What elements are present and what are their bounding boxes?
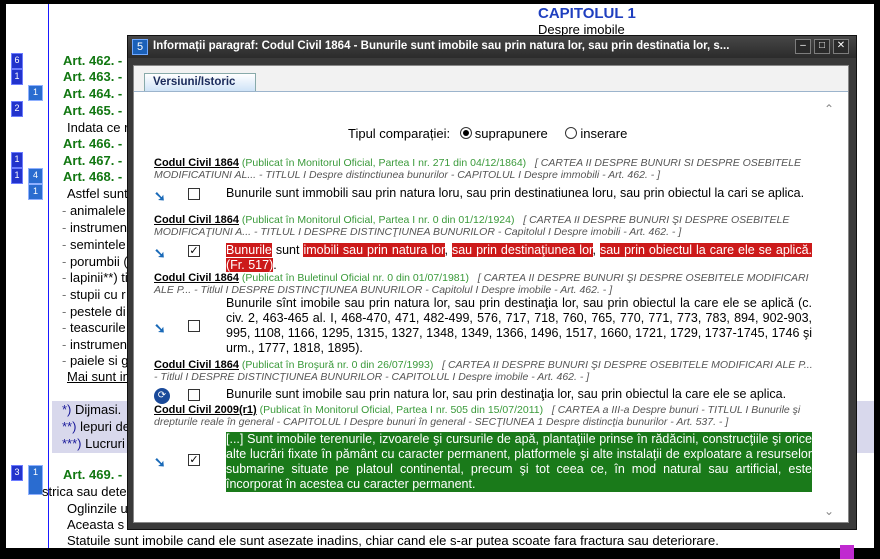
article-heading[interactable]: Art. 468. - <box>63 169 122 184</box>
version-checkbox[interactable]: ✓ <box>188 245 200 257</box>
article-heading[interactable]: Art. 466. - <box>63 136 122 151</box>
compare-arrow-icon[interactable]: ➘ <box>154 320 166 337</box>
radio-insert-label[interactable]: inserare <box>580 126 627 141</box>
version-text-diff: Bunurile sunt imobili sau prin natura lo… <box>226 243 813 272</box>
chapter-title: CAPITOLUL 1 <box>538 5 636 22</box>
article-heading[interactable]: Art. 463. - <box>63 69 122 84</box>
comparison-type-row: Tipul comparației: suprapunere inserare <box>348 126 627 141</box>
list-item: stupii cu r <box>62 287 126 302</box>
footnote: ***) Lucruri <box>62 436 125 451</box>
version-badge[interactable]: 1 <box>28 184 43 200</box>
screen: CAPITOLUL 1 Despre imobile 6 1 1 2 1 1 4… <box>0 0 880 559</box>
list-item: pestele di <box>62 304 126 319</box>
comparison-label: Tipul comparației: <box>348 126 451 141</box>
margin-line <box>48 4 49 548</box>
version-text-diff: [...] Sunt imobile terenurile, izvoarele… <box>226 432 812 492</box>
list-item: paiele si g <box>62 353 129 368</box>
note-count-badge[interactable]: 3 <box>11 465 23 481</box>
list-item: porumbii ( <box>62 254 128 269</box>
note-count-badge[interactable]: 2 <box>11 101 23 117</box>
article-heading[interactable]: Art. 465. - <box>63 103 122 118</box>
version-checkbox[interactable] <box>188 188 200 200</box>
radio-overlay[interactable] <box>459 127 472 139</box>
dialog-titlebar[interactable]: 5 Informații paragraf: Codul Civil 1864 … <box>128 36 856 58</box>
version-checkbox[interactable]: ✓ <box>188 454 200 466</box>
article-text: Indata ce r <box>67 120 129 135</box>
version-entry: ➘ ✓ [...] Sunt imobile terenurile, izvoa… <box>154 432 814 494</box>
article-heading[interactable]: Art. 469. - <box>63 467 122 482</box>
version-text: Bunurile sînt imobile sau prin natura lo… <box>226 296 812 355</box>
version-badge[interactable]: 1 <box>28 85 43 101</box>
current-version-icon[interactable]: ⟳ <box>154 388 170 404</box>
list-item: instrumen <box>62 220 127 235</box>
article-heading[interactable]: Art. 462. - <box>63 53 122 68</box>
version-header: Codul Civil 1864 (Publicat în Broşură nr… <box>154 359 813 383</box>
radio-overlay-label[interactable]: suprapunere <box>475 126 548 141</box>
footnote: **) lepuri de <box>62 419 130 434</box>
compare-arrow-icon[interactable]: ➘ <box>154 188 166 205</box>
article-heading[interactable]: Art. 464. - <box>63 86 122 101</box>
version-header: Codul Civil 2009(r1) (Publicat în Monito… <box>154 404 801 428</box>
article-text: strica sau deter <box>42 484 131 499</box>
radio-insert[interactable] <box>565 127 578 139</box>
article-text: Aceasta s <box>67 517 125 532</box>
dialog-title: Informații paragraf: Codul Civil 1864 - … <box>153 40 730 52</box>
list-item: lapinii**) ti <box>62 270 128 285</box>
version-badge[interactable]: 4 <box>28 168 43 184</box>
list-item: teascurile <box>62 320 126 335</box>
version-checkbox[interactable] <box>188 389 200 401</box>
version-header: Codul Civil 1864 (Publicat în Monitorul … <box>154 157 801 181</box>
article-heading[interactable]: Art. 467. - <box>63 153 122 168</box>
list-item: instrumen <box>62 337 127 352</box>
note-count-badge[interactable]: 1 <box>11 168 23 184</box>
note-count-badge[interactable]: 1 <box>11 69 23 85</box>
version-text: Bunurile sunt imobile sau prin natura lo… <box>226 387 787 401</box>
compare-arrow-icon[interactable]: ➘ <box>154 245 166 262</box>
scroll-up-icon[interactable]: ⌃ <box>824 102 834 116</box>
note-count-badge[interactable]: 6 <box>11 53 23 69</box>
app-icon: 5 <box>132 39 148 55</box>
resize-grip-icon[interactable] <box>840 545 854 559</box>
scroll-down-icon[interactable]: ⌄ <box>824 504 834 518</box>
version-checkbox[interactable] <box>188 320 200 332</box>
list-item: semintele <box>62 237 126 252</box>
version-entry: ➘ Bunurile sînt imobile sau prin natura … <box>154 296 814 360</box>
article-text: Astfel sunt <box>67 186 128 201</box>
article-text: Mai sunt im <box>67 369 134 384</box>
minimize-button[interactable]: – <box>795 39 811 54</box>
dialog-client: Versiuni/Istoric ⌃ ⌄ Tipul comparației: … <box>133 65 854 559</box>
article-text: Statuile sunt imobile cand ele sunt asez… <box>67 533 719 548</box>
version-text: Bunurile sunt immobili sau prin natura l… <box>226 186 805 200</box>
version-header: Codul Civil 1864 (Publicat în Buletinul … <box>154 272 809 296</box>
version-badge[interactable]: 1 <box>28 465 43 495</box>
maximize-button[interactable]: □ <box>814 39 830 54</box>
article-text: Oglinzile u <box>67 501 128 516</box>
footnote: *) Dijmasi. <box>62 402 122 417</box>
compare-arrow-icon[interactable]: ➘ <box>154 454 166 471</box>
tab-versions-history[interactable]: Versiuni/Istoric <box>144 73 256 91</box>
note-count-badge[interactable]: 1 <box>11 152 23 168</box>
version-header: Codul Civil 1864 (Publicat în Monitorul … <box>154 214 790 238</box>
close-button[interactable]: ✕ <box>833 39 849 54</box>
list-item: animalele <box>62 203 126 218</box>
paragraph-info-dialog: 5 Informații paragraf: Codul Civil 1864 … <box>127 35 857 559</box>
